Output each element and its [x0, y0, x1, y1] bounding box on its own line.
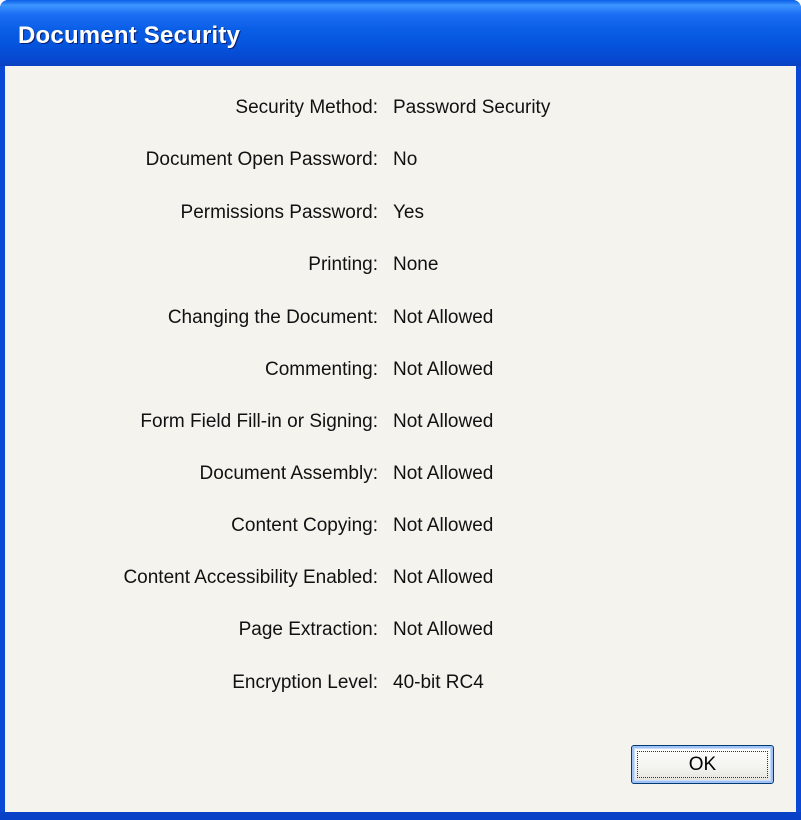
property-row-commenting: Commenting: Not Allowed: [5, 359, 796, 389]
property-label: Document Open Password:: [145, 149, 378, 170]
ok-button[interactable]: OK: [631, 745, 774, 784]
property-label: Form Field Fill-in or Signing:: [140, 411, 378, 432]
property-label: Content Copying:: [231, 515, 378, 536]
property-row-content-accessibility: Content Accessibility Enabled: Not Allow…: [5, 567, 796, 597]
property-label: Changing the Document:: [167, 307, 378, 328]
document-security-dialog: Document Security Security Method: Passw…: [0, 0, 801, 820]
property-row-page-extraction: Page Extraction: Not Allowed: [5, 619, 796, 649]
property-row-document-assembly: Document Assembly: Not Allowed: [5, 463, 796, 493]
property-value: Not Allowed: [393, 463, 494, 484]
property-row-changing-the-document: Changing the Document: Not Allowed: [5, 307, 796, 337]
property-label: Document Assembly:: [199, 463, 378, 484]
property-label: Permissions Password:: [180, 202, 378, 223]
property-value: Yes: [393, 202, 424, 223]
window-bottom-border: [0, 812, 801, 820]
dialog-content: Security Method: Password Security Docum…: [5, 66, 796, 812]
property-row-permissions-password: Permissions Password: Yes: [5, 202, 796, 232]
property-value: Not Allowed: [393, 307, 494, 328]
property-row-security-method: Security Method: Password Security: [5, 97, 796, 127]
property-value: No: [393, 149, 418, 170]
property-value: Not Allowed: [393, 619, 494, 640]
property-row-encryption-level: Encryption Level: 40-bit RC4: [5, 672, 796, 702]
dialog-title: Document Security: [18, 22, 241, 49]
property-value: None: [393, 254, 439, 275]
ok-button-label: OK: [688, 753, 717, 775]
property-label: Printing:: [308, 254, 378, 275]
property-row-content-copying: Content Copying: Not Allowed: [5, 515, 796, 545]
property-row-document-open-password: Document Open Password: No: [5, 149, 796, 179]
property-label: Page Extraction:: [238, 619, 378, 640]
property-value: Not Allowed: [393, 359, 494, 380]
property-value: 40-bit RC4: [393, 672, 484, 693]
property-label: Commenting:: [265, 359, 378, 380]
property-label: Content Accessibility Enabled:: [123, 567, 378, 588]
title-bar[interactable]: Document Security: [0, 0, 801, 66]
property-value: Password Security: [393, 97, 551, 118]
property-label: Security Method:: [235, 97, 378, 118]
property-value: Not Allowed: [393, 515, 494, 536]
property-value: Not Allowed: [393, 411, 494, 432]
property-value: Not Allowed: [393, 567, 494, 588]
property-label: Encryption Level:: [232, 672, 378, 693]
property-row-printing: Printing: None: [5, 254, 796, 284]
property-row-form-field-fill-in: Form Field Fill-in or Signing: Not Allow…: [5, 411, 796, 441]
